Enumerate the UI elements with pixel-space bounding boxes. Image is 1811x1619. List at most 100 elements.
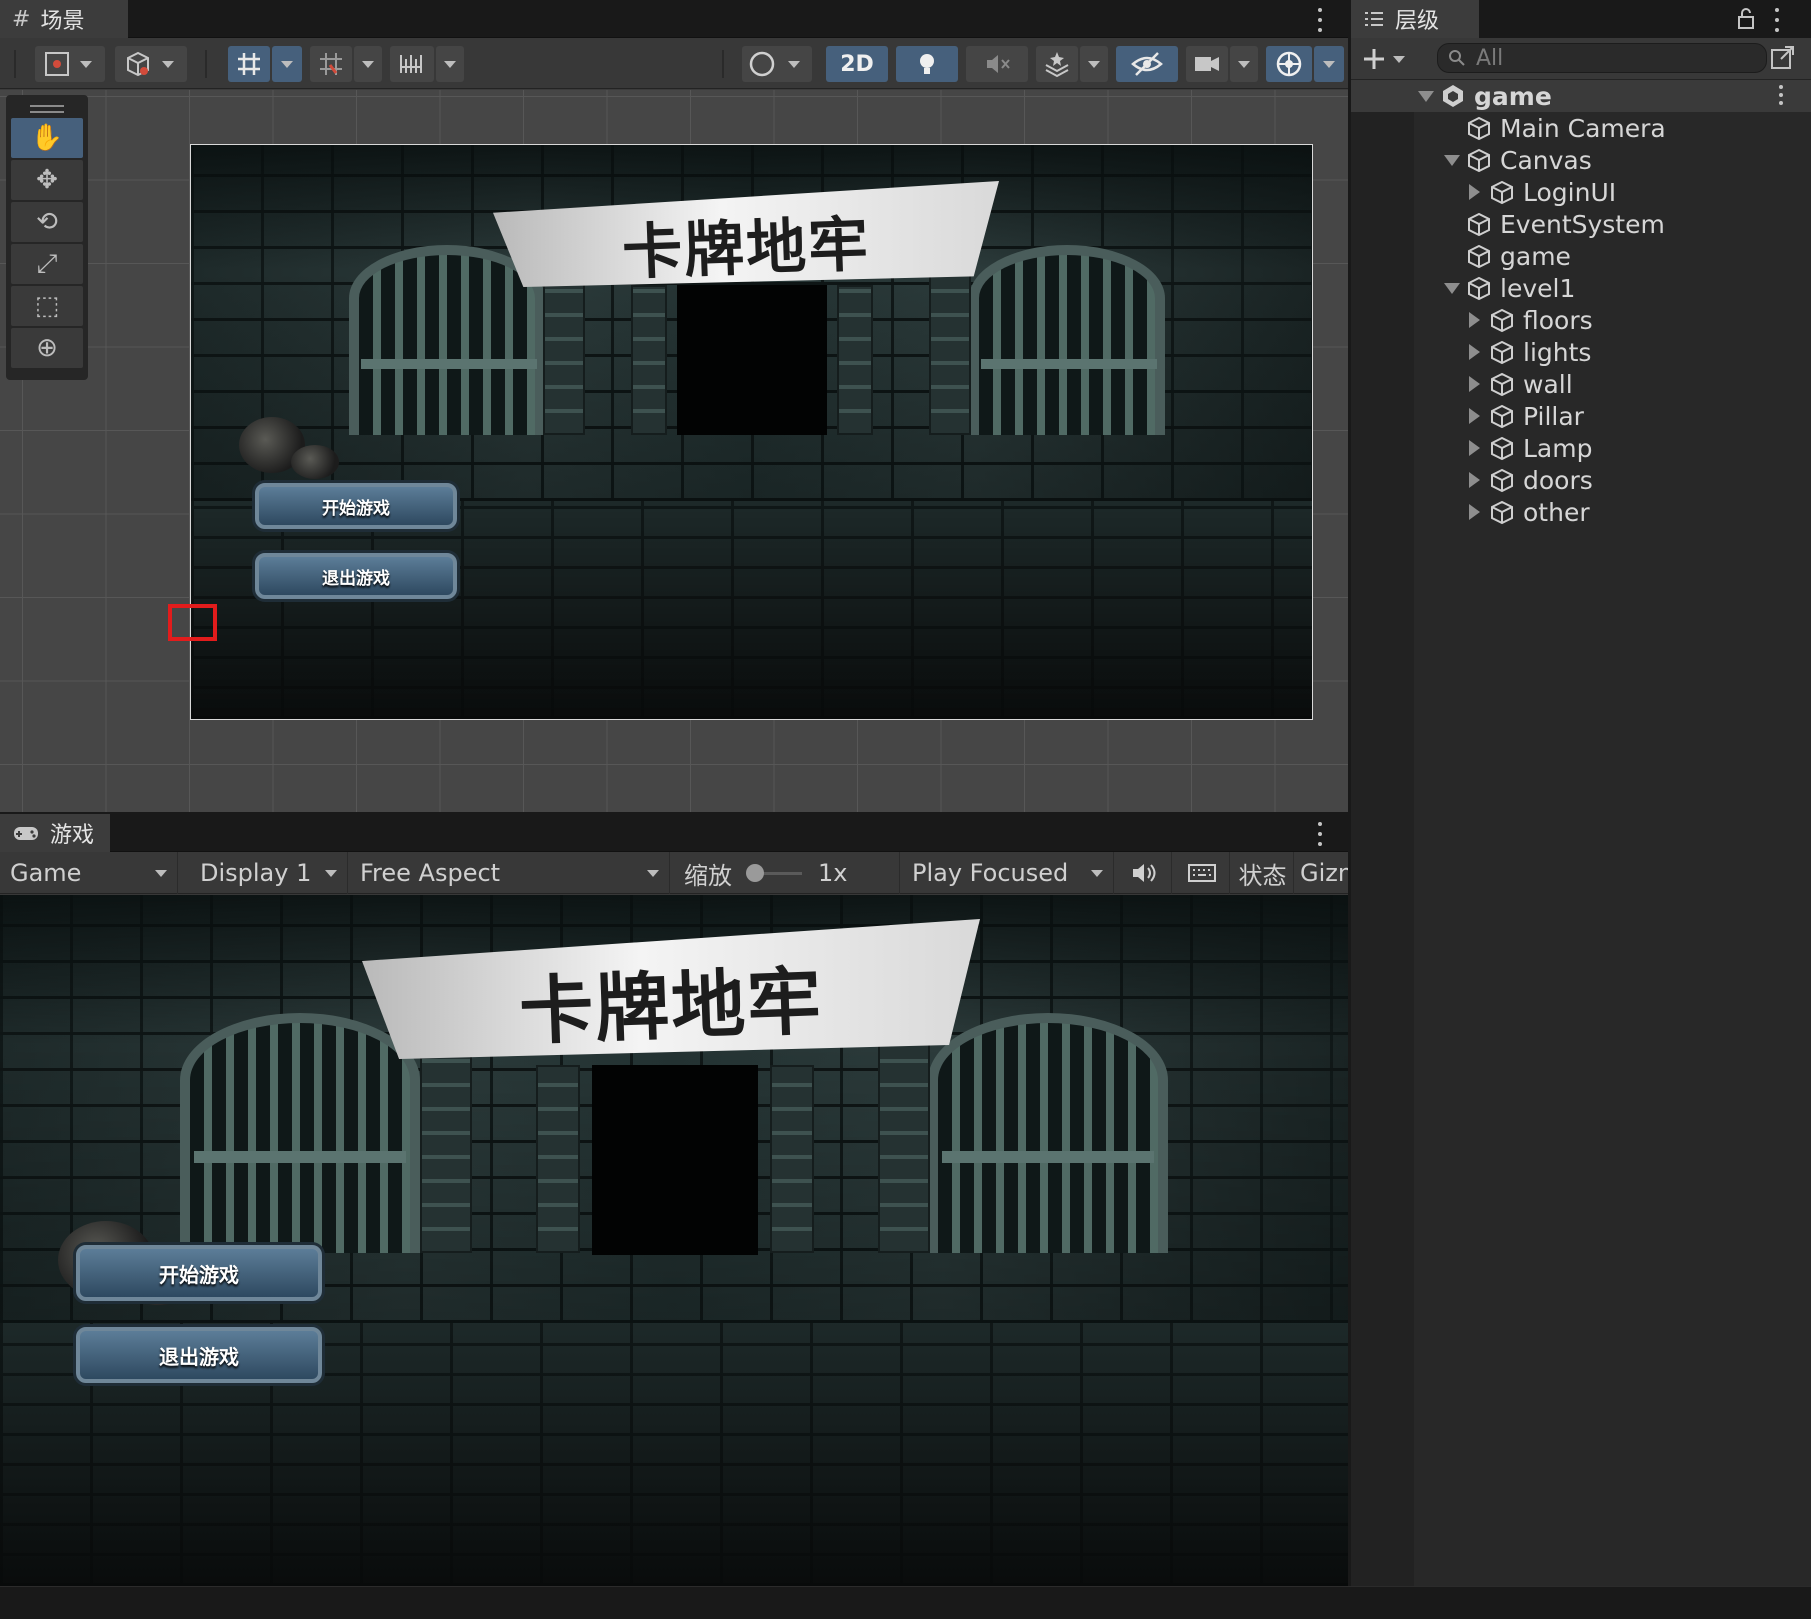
- palette-grip[interactable]: [11, 100, 83, 118]
- start-game-button[interactable]: 开始游戏: [255, 483, 457, 529]
- lock-icon[interactable]: [1736, 7, 1756, 31]
- aspect-select-value: Free Aspect: [360, 859, 501, 887]
- hierarchy-item-floors[interactable]: floors: [1351, 304, 1811, 336]
- hierarchy-item-main-camera[interactable]: Main Camera: [1351, 112, 1811, 144]
- globe-gizmo-icon: [1276, 51, 1302, 77]
- draw-mode-button[interactable]: [35, 46, 105, 82]
- keyboard-button[interactable]: [1174, 852, 1230, 894]
- effects-button[interactable]: [1036, 46, 1078, 82]
- scene-options-icon[interactable]: [1779, 85, 1785, 105]
- move-tool-icon[interactable]: ✥: [11, 160, 83, 200]
- toggle-2d-button[interactable]: 2D: [826, 46, 888, 82]
- scale-control: 缩放 1x: [672, 852, 900, 894]
- hierarchy-item-pillar[interactable]: Pillar: [1351, 400, 1811, 432]
- hierarchy-item-lights[interactable]: lights: [1351, 336, 1811, 368]
- scene-menu-icon[interactable]: [1318, 8, 1324, 32]
- camera-dropdown[interactable]: [1230, 46, 1258, 82]
- shading-mode-button[interactable]: [115, 46, 187, 82]
- grid-snap-button[interactable]: [228, 46, 270, 82]
- hierarchy-item-eventsystem[interactable]: EventSystem: [1351, 208, 1811, 240]
- stats-button[interactable]: 状态: [1232, 852, 1294, 894]
- expand-arrow-icon[interactable]: [1469, 504, 1480, 520]
- game-tab[interactable]: 游戏: [0, 814, 110, 852]
- game-view[interactable]: 卡牌地牢 开始游戏 退出游戏: [0, 895, 1348, 1586]
- hierarchy-item-game[interactable]: game: [1351, 80, 1811, 112]
- camera-button[interactable]: [1186, 46, 1228, 82]
- hierarchy-item-label: game: [1500, 241, 1571, 271]
- hierarchy-item-canvas[interactable]: Canvas: [1351, 144, 1811, 176]
- game-title: 卡牌地牢: [621, 209, 872, 288]
- expand-arrow-icon[interactable]: [1469, 376, 1480, 392]
- hand-tool-icon[interactable]: ✋: [11, 118, 83, 158]
- expand-arrow-icon[interactable]: [1469, 408, 1480, 424]
- ruler-dropdown[interactable]: [436, 46, 464, 82]
- transform-tool-icon[interactable]: ⊕: [11, 328, 83, 368]
- expand-arrow-icon[interactable]: [1469, 344, 1480, 360]
- target-select[interactable]: Game: [0, 852, 178, 894]
- aspect-select[interactable]: Free Aspect: [350, 852, 670, 894]
- expand-arrow-icon[interactable]: [1469, 440, 1480, 456]
- gizmo-draw-icon: [45, 52, 92, 76]
- hierarchy-menu-icon[interactable]: [1775, 8, 1781, 32]
- eye-hidden-icon: [1131, 52, 1163, 76]
- hierarchy-item-lamp[interactable]: Lamp: [1351, 432, 1811, 464]
- gameobject-cube-icon: [1489, 179, 1515, 205]
- scale-tool-icon[interactable]: ⤢: [11, 244, 83, 284]
- hierarchy-toolbar: All: [1351, 38, 1811, 80]
- hierarchy-item-wall[interactable]: wall: [1351, 368, 1811, 400]
- snap-increment-button[interactable]: [310, 46, 352, 82]
- collapse-arrow-icon[interactable]: [1444, 282, 1460, 294]
- scale-slider[interactable]: [746, 863, 804, 883]
- gameobject-cube-icon: [1466, 275, 1492, 301]
- hierarchy-item-other[interactable]: other: [1351, 496, 1811, 528]
- expand-arrow-icon[interactable]: [1469, 472, 1480, 488]
- scene-panel: # 场景 2D 卡牌地牢 开始游戏 退出游戏 ✋ ✥ ⟲ ⤢ ⬚ ⊕: [0, 0, 1348, 812]
- rect-tool-icon[interactable]: ⬚: [11, 286, 83, 326]
- game-menu-icon[interactable]: [1318, 822, 1324, 846]
- lighting-toggle-button[interactable]: [896, 46, 958, 82]
- expand-arrow-icon[interactable]: [1469, 312, 1480, 328]
- hierarchy-tab[interactable]: 层级: [1351, 0, 1479, 38]
- hierarchy-item-level1[interactable]: level1: [1351, 272, 1811, 304]
- play-mode-select[interactable]: Play Focused: [902, 852, 1114, 894]
- mute-audio-button[interactable]: [1116, 852, 1172, 894]
- create-button[interactable]: [1361, 42, 1421, 76]
- audio-toggle-button[interactable]: [966, 46, 1028, 82]
- hierarchy-item-label: Lamp: [1523, 433, 1593, 463]
- scene-visibility-button[interactable]: [1116, 46, 1178, 82]
- collapse-arrow-icon[interactable]: [1444, 154, 1460, 166]
- open-window-icon[interactable]: [1769, 44, 1797, 72]
- shading-sphere-button[interactable]: [742, 46, 812, 82]
- hierarchy-item-loginui[interactable]: LoginUI: [1351, 176, 1811, 208]
- rotate-tool-icon[interactable]: ⟲: [11, 202, 83, 242]
- grid-dropdown[interactable]: [272, 46, 302, 82]
- gizmos-dropdown[interactable]: [1314, 46, 1344, 82]
- scene-tab[interactable]: # 场景: [0, 0, 128, 38]
- hierarchy-search-input[interactable]: All: [1437, 43, 1767, 73]
- hierarchy-item-game[interactable]: game: [1351, 240, 1811, 272]
- quit-game-button[interactable]: 退出游戏: [76, 1327, 322, 1383]
- display-select[interactable]: Display 1: [190, 852, 348, 894]
- game-title: 卡牌地牢: [517, 958, 825, 1055]
- scene-viewport[interactable]: 卡牌地牢 开始游戏 退出游戏 ✋ ✥ ⟲ ⤢ ⬚ ⊕: [0, 90, 1348, 812]
- scene-game-frame[interactable]: 卡牌地牢 开始游戏 退出游戏: [190, 144, 1313, 720]
- snap-dropdown[interactable]: [354, 46, 382, 82]
- gizmos-button[interactable]: [1266, 46, 1312, 82]
- collapse-arrow-icon[interactable]: [1418, 90, 1434, 102]
- plus-icon: [1364, 49, 1384, 69]
- start-game-button[interactable]: 开始游戏: [76, 1245, 322, 1301]
- effects-dropdown[interactable]: [1080, 46, 1108, 82]
- hierarchy-item-doors[interactable]: doors: [1351, 464, 1811, 496]
- gizmos-toggle[interactable]: Gizn: [1296, 852, 1348, 894]
- quit-game-button[interactable]: 退出游戏: [255, 553, 457, 599]
- ruler-button[interactable]: [390, 46, 434, 82]
- gameobject-cube-icon: [1489, 403, 1515, 429]
- hierarchy-panel: 层级 All game Main Camera Canvas LoginUI Event…: [1351, 0, 1811, 1586]
- hierarchy-item-label: Canvas: [1500, 145, 1592, 175]
- game-toolbar: Game Display 1 Free Aspect 缩放 1x Play Fo…: [0, 852, 1348, 894]
- unity-scene-icon: [1440, 83, 1466, 109]
- cube-shading-icon: [127, 51, 174, 77]
- expand-arrow-icon[interactable]: [1469, 184, 1480, 200]
- keyboard-icon: [1187, 864, 1216, 882]
- speaker-icon: [1132, 864, 1155, 882]
